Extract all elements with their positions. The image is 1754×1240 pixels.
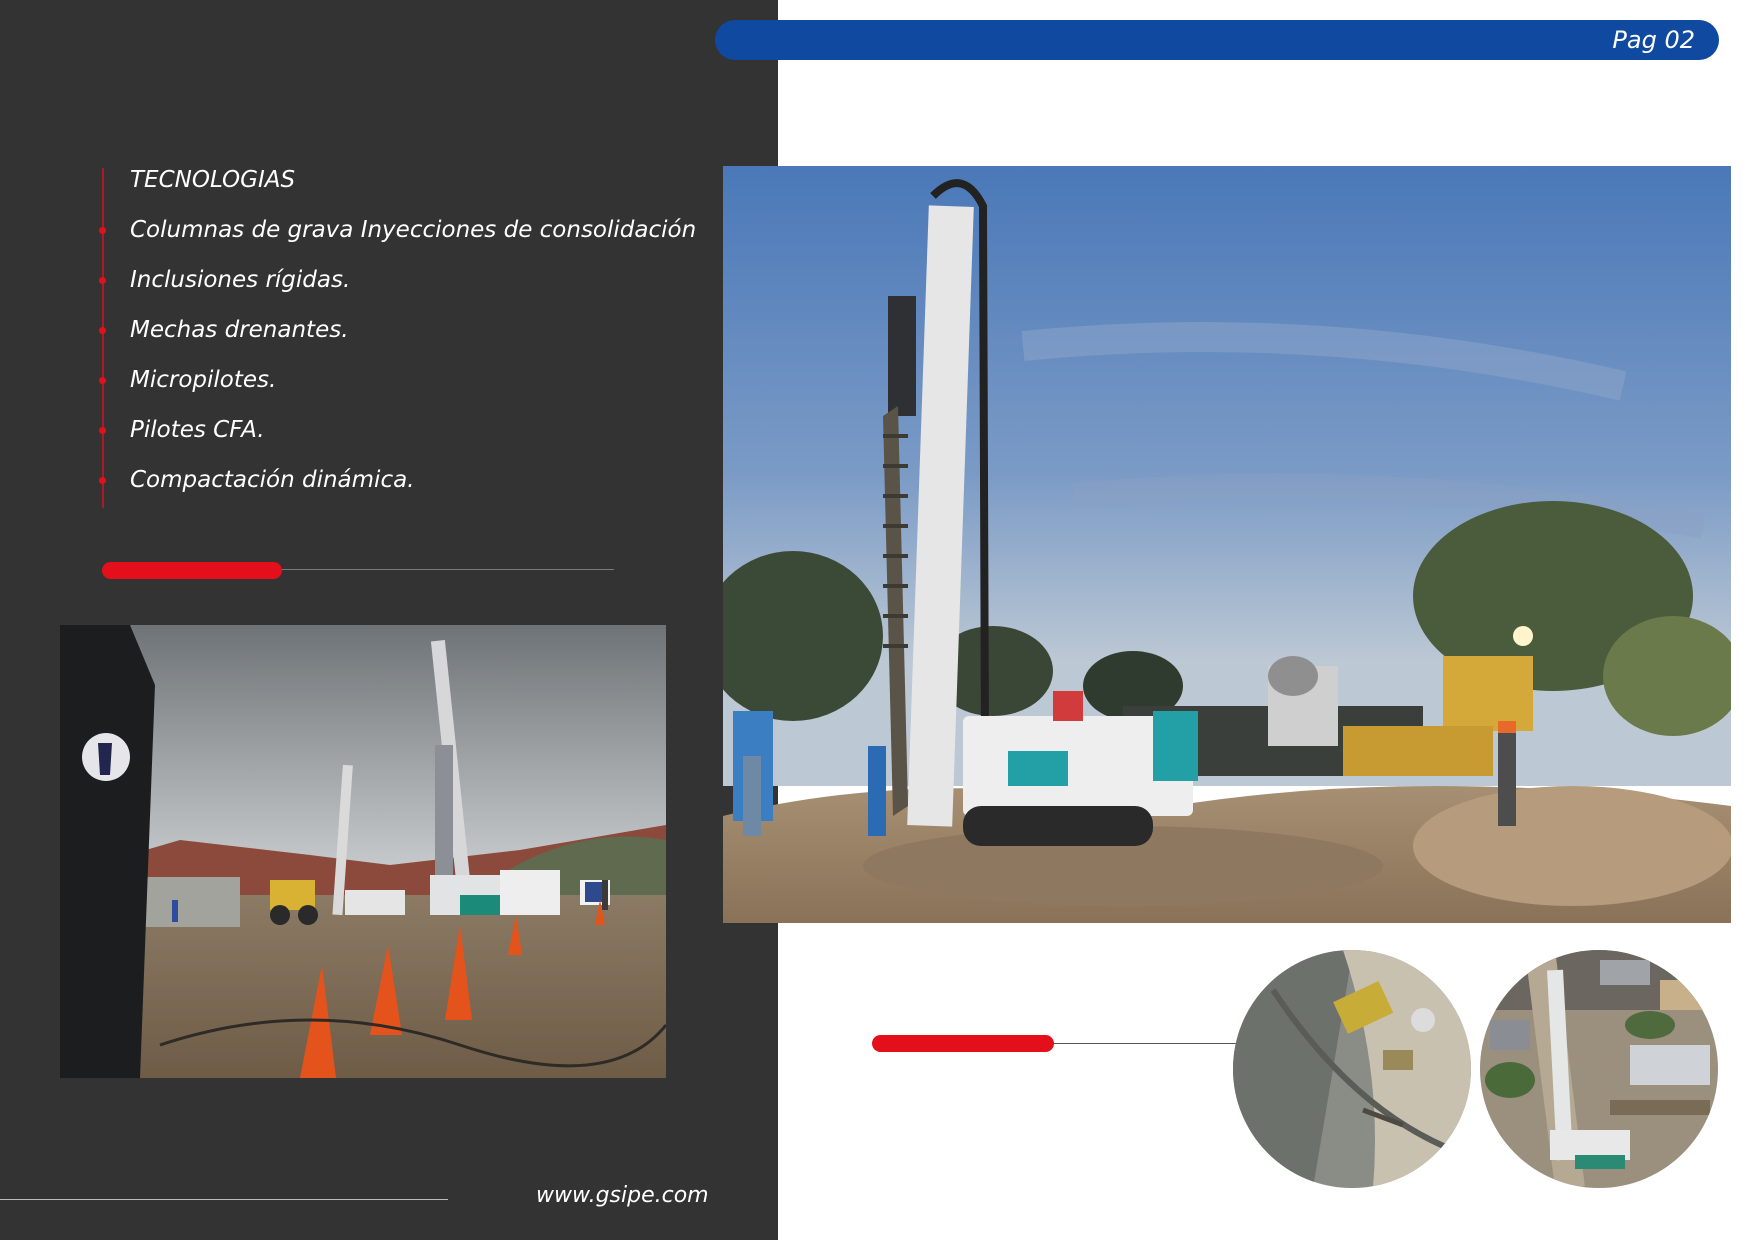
technologies-title: TECNOLOGIAS [130, 167, 296, 193]
header-bar: Pag 02 [715, 20, 1719, 60]
aerial-photo-circle [1233, 950, 1471, 1188]
website-link[interactable]: www.gsipe.com [536, 1183, 709, 1208]
list-item: Mechas drenantes. [99, 310, 349, 350]
footer-line [0, 1199, 448, 1200]
bullet-dot [99, 227, 106, 234]
bullet-dot [99, 277, 106, 284]
technologies-list: TECNOLOGIAS Columnas de grava Inyeccione… [99, 160, 696, 508]
bullet-dot [99, 427, 106, 434]
bullet-dot [99, 477, 106, 484]
drilling-rig-photo [723, 166, 1731, 923]
list-item: Micropilotes. [99, 360, 276, 400]
list-item: Pilotes CFA. [99, 410, 265, 450]
construction-site-photo [60, 625, 666, 1078]
page-number: Pag 02 [1612, 26, 1695, 54]
bullet-dot [99, 327, 106, 334]
list-item: Inclusiones rígidas. [99, 260, 350, 300]
bullet-dot [99, 377, 106, 384]
accent-pill [872, 1035, 1054, 1052]
list-item: Compactación dinámica. [99, 460, 415, 500]
list-item: Columnas de grava Inyecciones de consoli… [99, 210, 696, 250]
aerial-photo-circle [1480, 950, 1718, 1188]
list-vertical-line [102, 168, 104, 508]
accent-pill [102, 562, 282, 579]
